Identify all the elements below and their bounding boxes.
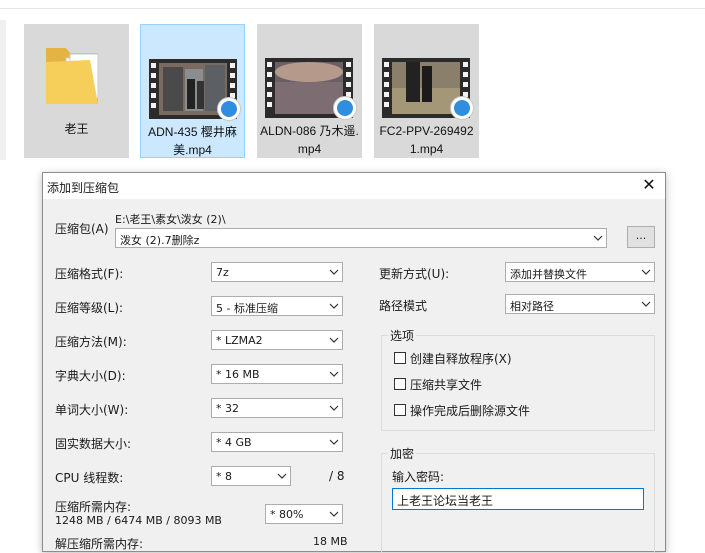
chevron-down-icon — [641, 299, 651, 309]
file-item-video[interactable]: ALDN-086 乃木遥.mp4 — [257, 24, 362, 158]
sfx-checkbox[interactable] — [394, 352, 406, 364]
chevron-down-icon — [329, 437, 339, 447]
shortcut-arrow-icon — [450, 96, 474, 120]
update-label: 更新方式(U): — [379, 267, 450, 281]
format-select[interactable]: 7z — [211, 262, 343, 282]
memory-detail: 1248 MB / 6474 MB / 8093 MB — [55, 514, 222, 527]
archive-name-value: 泼女 (2).7删除z — [120, 234, 200, 247]
threads-max: / 8 — [329, 469, 345, 483]
dict-label: 字典大小(D): — [55, 369, 126, 383]
navigation-pane-edge — [0, 20, 6, 160]
threads-label: CPU 线程数: — [55, 471, 124, 485]
chevron-down-icon — [593, 233, 603, 243]
word-label: 单词大小(W): — [55, 403, 129, 417]
archive-path: E:\老王\素女\泼女 (2)\ — [115, 213, 226, 226]
format-value: 7z — [216, 266, 229, 279]
threads-select[interactable]: * 8 — [211, 466, 291, 486]
divider — [0, 8, 705, 9]
browse-button[interactable]: ... — [627, 226, 655, 248]
method-select[interactable]: * LZMA2 — [211, 330, 343, 350]
encryption-title: 加密 — [388, 445, 417, 462]
chevron-down-icon — [329, 267, 339, 277]
decomp-value: 18 MB — [313, 535, 348, 548]
shortcut-arrow-icon — [333, 96, 357, 120]
chevron-down-icon — [329, 301, 339, 311]
delete-source-checkbox[interactable] — [394, 404, 406, 416]
dict-value: * 16 MB — [216, 368, 260, 381]
word-value: * 32 — [216, 402, 239, 415]
chevron-down-icon — [329, 335, 339, 345]
method-value: * LZMA2 — [216, 334, 263, 347]
shared-files-checkbox[interactable] — [394, 378, 406, 390]
format-label: 压缩格式(F): — [55, 267, 124, 281]
pathmode-value: 相对路径 — [510, 300, 554, 313]
archive-label: 压缩包(A) — [55, 222, 109, 236]
dialog-title: 添加到压缩包 — [47, 181, 120, 195]
password-value: 上老王论坛当老王 — [397, 494, 494, 508]
word-select[interactable]: * 32 — [211, 398, 343, 418]
chevron-down-icon — [329, 403, 339, 413]
solid-label: 固实数据大小: — [55, 437, 132, 451]
solid-select[interactable]: * 4 GB — [211, 432, 343, 452]
chevron-down-icon — [277, 471, 287, 481]
memory-label: 压缩所需内存: — [55, 500, 132, 514]
pathmode-label: 路径模式 — [379, 299, 428, 313]
level-select[interactable]: 5 - 标准压缩 — [211, 296, 343, 316]
file-name: ADN-435 樱井麻美.mp4 — [148, 125, 237, 157]
file-item-video[interactable]: ADN-435 樱井麻美.mp4 — [140, 24, 245, 158]
file-name: FC2-PPV-2694921.mp4 — [379, 124, 474, 156]
threads-value: * 8 — [216, 470, 232, 483]
level-label: 压缩等级(L): — [55, 301, 124, 315]
chevron-down-icon — [641, 267, 651, 277]
options-title: 选项 — [388, 327, 417, 344]
update-value: 添加并替换文件 — [510, 268, 587, 281]
file-name: 老王 — [64, 122, 89, 136]
encryption-group: 加密 输入密码: 上老王论坛当老王 — [381, 445, 655, 553]
pathmode-select[interactable]: 相对路径 — [505, 294, 655, 314]
file-item-video[interactable]: FC2-PPV-2694921.mp4 — [374, 24, 479, 158]
archive-name-combo[interactable]: 泼女 (2).7删除z — [115, 228, 607, 248]
memory-value: * 80% — [270, 508, 304, 521]
dialog-titlebar: 添加到压缩包 ✕ — [43, 173, 665, 199]
close-icon[interactable]: ✕ — [639, 175, 659, 195]
level-value: 5 - 标准压缩 — [216, 302, 278, 315]
update-select[interactable]: 添加并替换文件 — [505, 262, 655, 282]
folder-icon — [32, 48, 120, 118]
file-item-folder[interactable]: 老王 — [24, 24, 129, 158]
method-label: 压缩方法(M): — [55, 335, 127, 349]
solid-value: * 4 GB — [216, 436, 252, 449]
chevron-down-icon — [329, 369, 339, 379]
sfx-label: 创建自释放程序(X) — [410, 352, 512, 366]
dict-select[interactable]: * 16 MB — [211, 364, 343, 384]
options-group: 选项 创建自释放程序(X) 压缩共享文件 操作完成后删除源文件 — [381, 327, 655, 431]
memory-select[interactable]: * 80% — [265, 504, 343, 524]
shortcut-arrow-icon — [217, 97, 241, 121]
password-label: 输入密码: — [392, 470, 445, 484]
password-input[interactable]: 上老王论坛当老王 — [392, 488, 644, 510]
delete-source-label: 操作完成后删除源文件 — [410, 404, 531, 418]
add-to-archive-dialog: 添加到压缩包 ✕ 压缩包(A) E:\老王\素女\泼女 (2)\ 泼女 (2).… — [42, 172, 666, 553]
shared-files-label: 压缩共享文件 — [410, 378, 483, 392]
chevron-down-icon — [329, 509, 339, 519]
file-name: ALDN-086 乃木遥.mp4 — [260, 124, 359, 156]
